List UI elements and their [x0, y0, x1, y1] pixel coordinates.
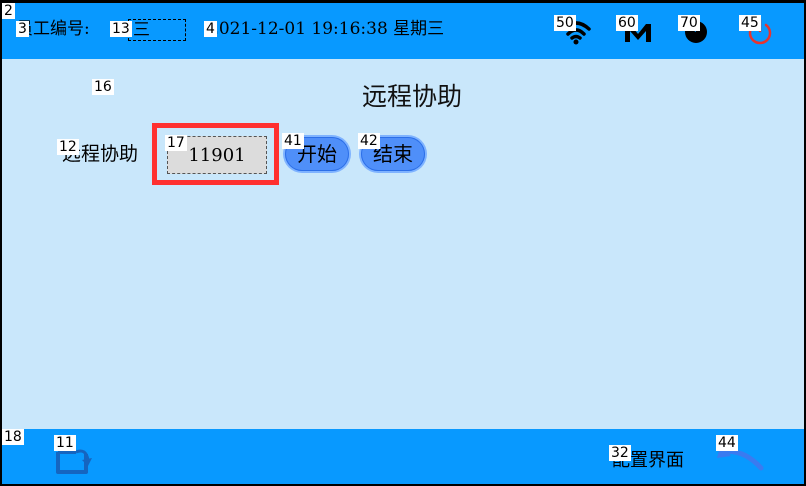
label-code: 17 — [165, 135, 187, 151]
label-employee-value: 13 — [110, 21, 132, 37]
label-main: 16 — [92, 79, 114, 95]
top-status-bar: 3 员工编号: 13 三 4 2021-12-01 19:16:38 星期三 5… — [2, 3, 804, 59]
label-config: 32 — [609, 445, 631, 461]
label-employee: 3 — [16, 21, 29, 37]
employee-id-field[interactable]: 三 — [128, 19, 186, 41]
label-power: 45 — [739, 15, 761, 31]
datetime-display: 2021-12-01 19:16:38 星期三 — [208, 19, 445, 39]
bottom-nav-bar: 18 11 配置界面 32 44 — [2, 429, 804, 484]
label-wifi: 50 — [554, 15, 576, 31]
app-window: 2 3 员工编号: 13 三 4 2021-12-01 19:16:38 星期三… — [0, 0, 806, 486]
main-panel: 16 远程协助 12 远程协助 11901 17 开始 41 结束 42 — [2, 59, 804, 429]
label-bottom: 18 — [2, 429, 24, 445]
label-mail: 60 — [616, 15, 638, 31]
code-box-highlight: 11901 — [152, 123, 279, 185]
label-remote: 12 — [57, 139, 79, 155]
label-home: 11 — [54, 435, 76, 451]
page-title: 远程协助 — [361, 82, 462, 111]
label-window: 2 — [2, 3, 15, 19]
label-start: 41 — [282, 133, 304, 149]
label-battery: 70 — [678, 15, 700, 31]
label-datetime: 4 — [204, 21, 217, 37]
label-end: 42 — [358, 133, 380, 149]
label-back: 44 — [716, 435, 738, 451]
